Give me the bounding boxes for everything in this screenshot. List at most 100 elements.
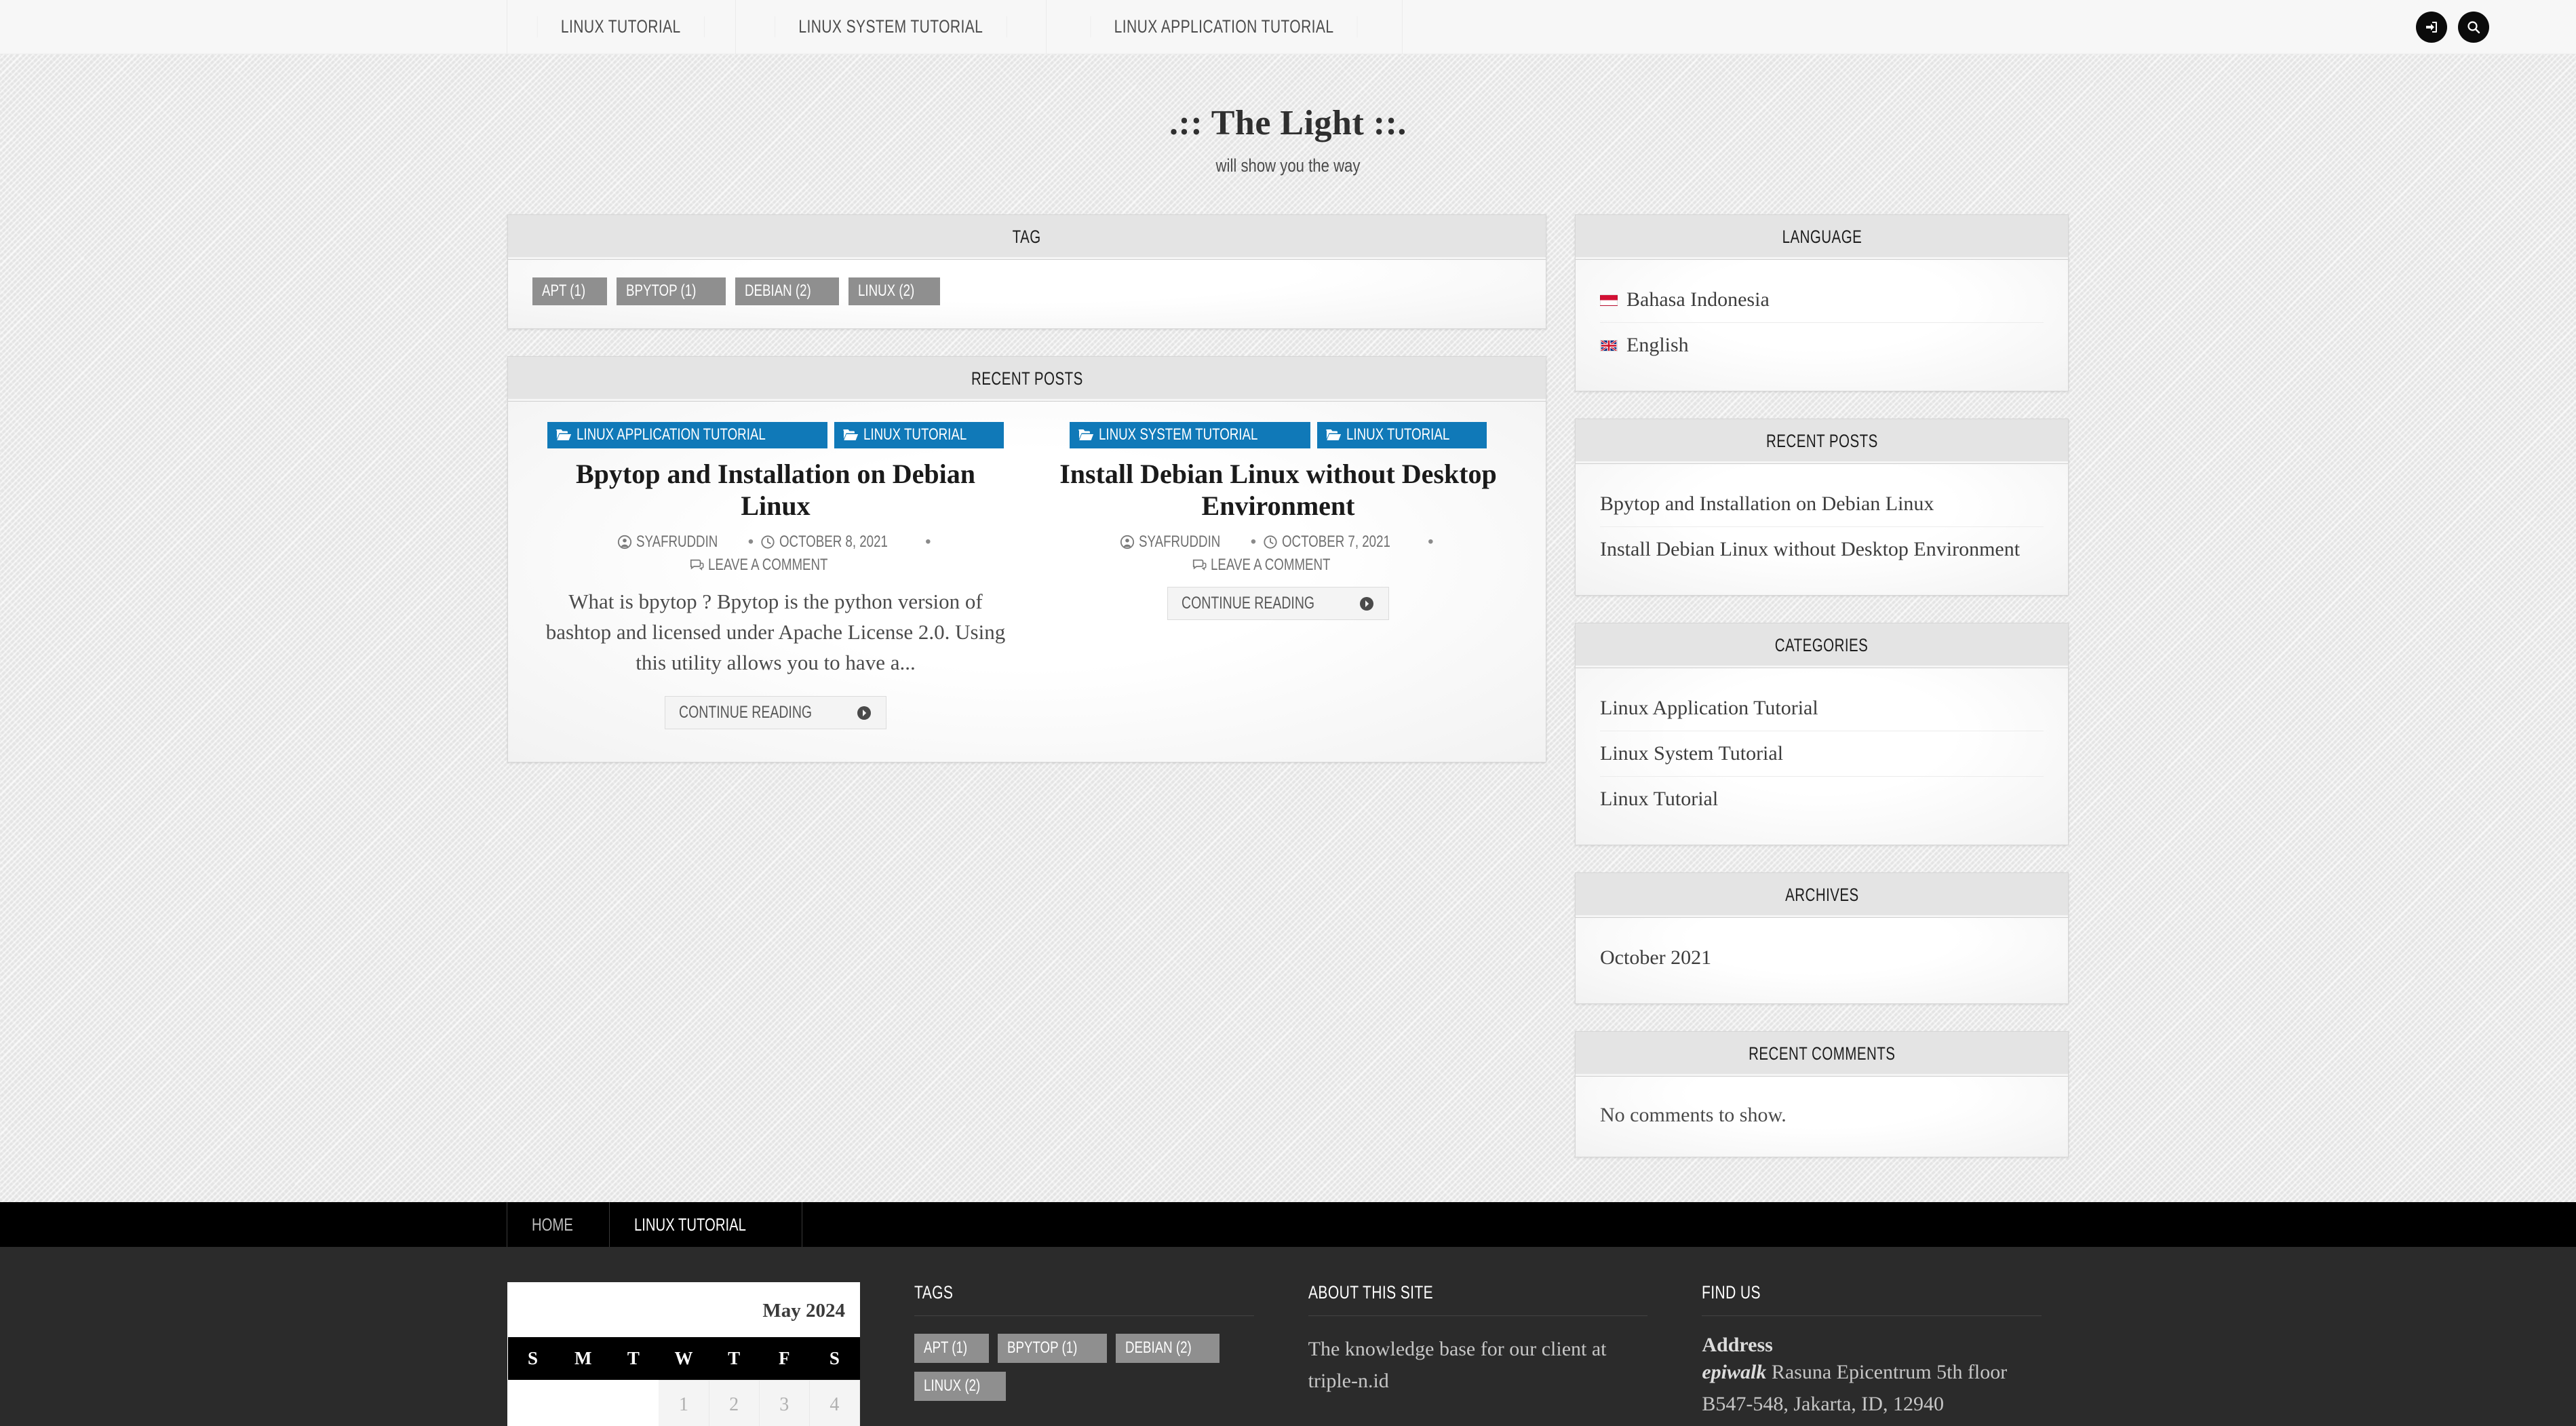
footer-navigation-bar: HOME LINUX TUTORIAL [0, 1202, 2576, 1247]
tag-chip[interactable]: LINUX (2) [848, 277, 940, 305]
footer-tag-chip[interactable]: BPYTOP (1) [998, 1334, 1107, 1363]
calendar-day: 3 [758, 1380, 810, 1426]
tag-widget-body: APT (1) BPYTOP (1) DEBIAN (2) LINUX (2) [508, 260, 1546, 328]
category-link: Linux System Tutorial [1600, 742, 1784, 765]
calendar-week-row: 1 2 3 4 [507, 1380, 861, 1426]
post-comments[interactable]: LEAVE A COMMENT [1192, 556, 1364, 575]
site-title[interactable]: .:: The Light ::. [0, 103, 2576, 143]
tag-chip[interactable]: DEBIAN (2) [735, 277, 840, 305]
calendar-caption: May 2024 [507, 1282, 860, 1337]
sidebar-widget-language: LANGUAGE Bahasa Indonesia English [1575, 214, 2069, 391]
calendar-body: 1 2 3 4 5 6 7 8 9 10 11 [507, 1380, 861, 1426]
category-badge[interactable]: LINUX TUTORIAL [1317, 422, 1487, 448]
recent-posts-widget-header: RECENT POSTS [1576, 419, 2068, 464]
comment-icon [1193, 560, 1207, 571]
post-date-label: OCTOBER 7, 2021 [1282, 533, 1391, 552]
list-item[interactable]: Linux Application Tutorial [1600, 686, 2044, 731]
list-item[interactable]: October 2021 [1600, 936, 2044, 980]
recent-posts-list: Bpytop and Installation on Debian Linux … [1600, 482, 2044, 572]
post-author[interactable]: SYAFRUDDIN [1120, 533, 1243, 552]
calendar-weekday: W [658, 1337, 709, 1381]
calendar-widget: May 2024 S M T W T F S 1 2 3 4 [507, 1282, 861, 1426]
continue-reading-button[interactable]: CONTINUE READING [664, 696, 887, 730]
language-label: English [1626, 334, 1689, 356]
post-title[interactable]: Bpytop and Installation on Debian Linux [539, 458, 1012, 522]
calendar-day-empty [558, 1380, 609, 1426]
continue-reading-label: CONTINUE READING [1181, 594, 1314, 613]
categories-widget-title: CATEGORIES [1775, 635, 1869, 655]
category-badge[interactable]: LINUX SYSTEM TUTORIAL [1069, 422, 1311, 448]
continue-reading-button[interactable]: CONTINUE READING [1167, 587, 1390, 621]
footer-nav-item-linux-tutorial[interactable]: LINUX TUTORIAL [609, 1202, 803, 1247]
folder-icon [556, 429, 572, 440]
post-author-label: SYAFRUDDIN [1139, 533, 1221, 552]
tag-chip[interactable]: BPYTOP (1) [617, 277, 726, 305]
list-item[interactable]: English [1600, 323, 2044, 368]
categories-widget-header: CATEGORIES [1576, 623, 2068, 668]
calendar-weekday: S [809, 1337, 860, 1381]
nav-item-label: LINUX TUTORIAL [536, 16, 705, 37]
list-item[interactable]: Install Debian Linux without Desktop Env… [1600, 527, 2044, 572]
tag-chip[interactable]: APT (1) [532, 277, 608, 305]
footer-tags-title: TAGS [914, 1282, 1254, 1316]
sidebar-widget-archives: ARCHIVES October 2021 [1575, 872, 2069, 1004]
category-badge[interactable]: LINUX APPLICATION TUTORIAL [547, 422, 827, 448]
footer-nav-label: LINUX TUTORIAL [634, 1214, 746, 1235]
tag-chip-label: BPYTOP (1) [626, 282, 697, 300]
post-author[interactable]: SYAFRUDDIN [617, 533, 741, 552]
login-icon [2426, 22, 2437, 33]
footer-tag-label: DEBIAN (2) [1125, 1338, 1192, 1357]
nav-item-linux-system-tutorial[interactable]: LINUX SYSTEM TUTORIAL [735, 0, 1047, 54]
footer-find-us-title: FIND US [1702, 1282, 2042, 1316]
archives-list: October 2021 [1600, 936, 2044, 980]
calendar-weekday: M [558, 1337, 608, 1381]
categories-list: Linux Application Tutorial Linux System … [1600, 686, 2044, 822]
category-link: Linux Tutorial [1600, 788, 1719, 810]
login-button[interactable] [2416, 12, 2447, 43]
address-line-1: epiwalk Rasuna Epicentrum 5th floor [1702, 1357, 2042, 1389]
page-container: TAG APT (1) BPYTOP (1) DEBIAN (2) LINUX … [507, 214, 2069, 1184]
sidebar: LANGUAGE Bahasa Indonesia English RECENT… [1575, 214, 2069, 1184]
category-badge[interactable]: LINUX TUTORIAL [834, 422, 1004, 448]
post-title[interactable]: Install Debian Linux without Desktop Env… [1042, 458, 1515, 522]
address-label: Address [1702, 1334, 1773, 1356]
nav-item-linux-tutorial[interactable]: LINUX TUTORIAL [507, 0, 736, 54]
tag-widget-title: TAG [1012, 227, 1042, 247]
footer-column-tags: TAGS APT (1) BPYTOP (1) DEBIAN (2) LINUX… [914, 1282, 1281, 1426]
list-item[interactable]: Linux System Tutorial [1600, 731, 2044, 777]
flag-united-kingdom-icon [1600, 339, 1618, 351]
footer-tag-chip[interactable]: DEBIAN (2) [1115, 1334, 1220, 1363]
category-badge-label: LINUX APPLICATION TUTORIAL [577, 425, 766, 444]
post-card: LINUX APPLICATION TUTORIAL LINUX TUTORIA… [524, 422, 1027, 730]
calendar-weekday-row: S M T W T F S [507, 1337, 860, 1381]
recent-comments-widget-header: RECENT COMMENTS [1576, 1032, 2068, 1077]
site-tagline: will show you the way [1215, 155, 1361, 176]
main-content-column: TAG APT (1) BPYTOP (1) DEBIAN (2) LINUX … [507, 214, 1546, 790]
tag-widget: TAG APT (1) BPYTOP (1) DEBIAN (2) LINUX … [507, 214, 1546, 329]
footer-tag-chip[interactable]: APT (1) [914, 1334, 990, 1363]
list-item[interactable]: Bpytop and Installation on Debian Linux [1600, 482, 2044, 527]
post-excerpt: What is bpytop ? Bpytop is the python ve… [545, 590, 1006, 675]
sidebar-widget-categories: CATEGORIES Linux Application Tutorial Li… [1575, 623, 2069, 845]
footer-tag-label: BPYTOP (1) [1007, 1338, 1078, 1357]
categories-widget-body: Linux Application Tutorial Linux System … [1576, 668, 2068, 845]
search-button[interactable] [2458, 12, 2489, 43]
archive-link: October 2021 [1600, 946, 1712, 969]
user-icon [1120, 535, 1135, 550]
list-item[interactable]: Bahasa Indonesia [1600, 277, 2044, 323]
nav-item-linux-application-tutorial[interactable]: LINUX APPLICATION TUTORIAL [1046, 0, 1403, 54]
recent-post-link: Install Debian Linux without Desktop Env… [1600, 538, 2021, 560]
footer-nav-list: HOME LINUX TUTORIAL [507, 1202, 803, 1247]
post-date: OCTOBER 7, 2021 [1263, 533, 1421, 552]
post-date: OCTOBER 8, 2021 [760, 533, 918, 552]
post-comments[interactable]: LEAVE A COMMENT [689, 556, 861, 575]
comment-icon [690, 560, 704, 571]
primary-nav: LINUX TUTORIAL LINUX SYSTEM TUTORIAL LIN… [507, 0, 1403, 54]
footer-nav-item-home[interactable]: HOME [507, 1202, 610, 1247]
folder-icon [842, 429, 858, 440]
list-item[interactable]: Linux Tutorial [1600, 777, 2044, 822]
calendar-day-empty [507, 1380, 559, 1426]
clock-icon [761, 535, 775, 549]
category-badge-label: LINUX TUTORIAL [1346, 425, 1450, 444]
footer-tag-chip[interactable]: LINUX (2) [914, 1372, 1006, 1401]
